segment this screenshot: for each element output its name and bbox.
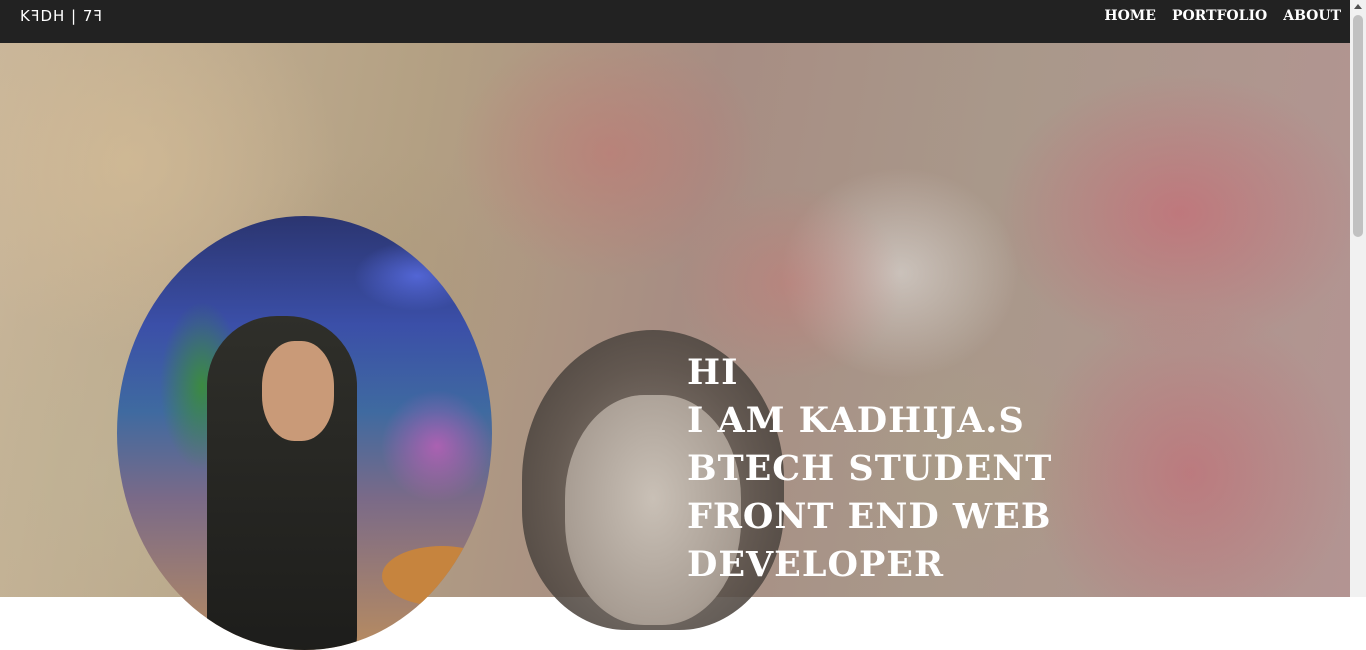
hero-role-line-3: DEVELOPER	[687, 544, 945, 585]
hero-intro-text: HI I AM KADHIJA.S BTECH STUDENT FRONT EN…	[687, 349, 1052, 589]
site-logo[interactable]: KꟻDH | 7ꟻ	[20, 7, 103, 25]
nav-home-link[interactable]: HOME	[1104, 7, 1156, 25]
profile-photo-table	[382, 546, 492, 606]
hero-role-line-2: FRONT END WEB	[687, 496, 1052, 537]
hero-name-line: I AM KADHIJA.S	[687, 400, 1025, 441]
profile-photo	[117, 216, 492, 650]
top-navbar: KꟻDH | 7ꟻ HOME PORTFOLIO ABOUT	[0, 0, 1350, 43]
page-scrollbar[interactable]	[1350, 0, 1366, 597]
nav-about-link[interactable]: ABOUT	[1283, 7, 1341, 25]
nav-portfolio-link[interactable]: PORTFOLIO	[1172, 7, 1267, 25]
hero-greeting: HI	[687, 352, 739, 393]
scrollbar-thumb[interactable]	[1353, 15, 1363, 237]
profile-photo-face	[262, 341, 334, 441]
scroll-up-arrow-icon[interactable]	[1354, 4, 1362, 9]
hero-role-line-1: BTECH STUDENT	[687, 448, 1053, 489]
nav-links: HOME PORTFOLIO ABOUT	[1104, 7, 1341, 25]
